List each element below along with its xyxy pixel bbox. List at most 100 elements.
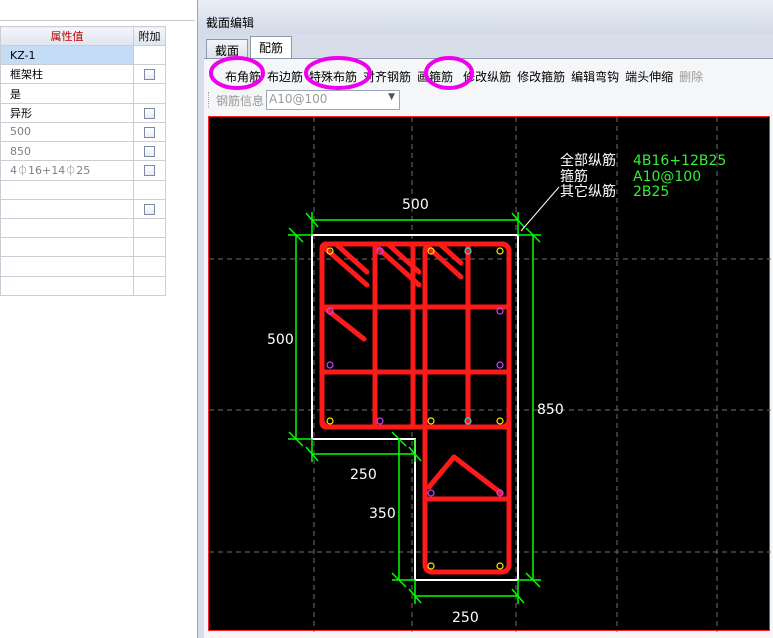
corner-rebar-button[interactable]: 布角筋 [222, 65, 264, 85]
rebar-dot [496, 562, 504, 570]
rebar-legend: 全部纵筋 4B16+12B25 箍筋 A10@100 其它纵筋 2B25 [560, 152, 726, 200]
addition-checkbox[interactable] [144, 126, 155, 138]
table-row[interactable]: 500 [0, 121, 166, 143]
property-value-cell[interactable] [0, 217, 134, 239]
property-value-cell[interactable] [0, 237, 134, 258]
section-drawing: 500 500 850 250 350 250 全部纵筋 4B16+12B25 … [209, 117, 771, 632]
addition-cell [133, 237, 166, 258]
addition-checkbox[interactable] [144, 69, 155, 81]
addition-cell [133, 64, 166, 85]
rebar-dot [427, 562, 435, 570]
addition-cell [133, 102, 166, 123]
property-value-cell[interactable]: 是 [0, 83, 134, 104]
table-row[interactable]: 4⏀16+14⏀25 [0, 160, 166, 181]
rebar-dot [496, 247, 504, 255]
stirrup-hook [426, 454, 457, 490]
stirrup-hook [451, 454, 504, 496]
table-row[interactable] [0, 237, 166, 258]
chevron-down-icon[interactable]: ▼ [388, 92, 395, 102]
addition-cell [133, 275, 166, 297]
edit-hook-button[interactable]: 编辑弯钩 [568, 65, 622, 85]
table-row[interactable] [0, 256, 166, 277]
toolbar-grip[interactable] [208, 92, 211, 108]
table-row[interactable]: KZ-1 [0, 44, 166, 66]
table-row[interactable]: 850 [0, 141, 166, 162]
legend-other-long-label: 其它纵筋 [560, 183, 616, 200]
section-editor-dialog: 截面编辑 截面 配筋 布角筋 布边筋 特殊布筋 对齐钢筋 画箍筋 修改纵筋 修改… [197, 0, 773, 638]
property-table: 属性值 附加 KZ-1 框架柱是异形 500 850 4⏀16+14⏀25 [0, 26, 166, 297]
legend-stirrup-label: 箍筋 [560, 168, 588, 185]
modify-stirrup-button[interactable]: 修改箍筋 [514, 65, 568, 85]
draw-stirrup-button[interactable]: 画箍筋 [414, 65, 456, 85]
table-row[interactable] [0, 179, 166, 200]
table-row[interactable] [0, 217, 166, 239]
rebar-info-select[interactable]: A10@100 ▼ [266, 90, 401, 110]
property-value-cell[interactable]: 850 [0, 141, 134, 162]
addition-cell [133, 217, 166, 239]
edge-rebar-button[interactable]: 布边筋 [264, 65, 306, 85]
rebar-dot [496, 417, 504, 425]
property-value-cell[interactable]: 异形 [0, 102, 134, 123]
addition-cell [133, 160, 166, 181]
addition-checkbox[interactable] [144, 203, 155, 215]
property-value-cell[interactable]: 框架柱 [0, 64, 134, 85]
property-value-cell[interactable]: 500 [0, 121, 134, 143]
property-value-cell[interactable] [0, 275, 134, 297]
rebar-dot [427, 417, 435, 425]
table-row[interactable]: 框架柱 [0, 64, 166, 85]
top-separator [0, 20, 195, 21]
special-rebar-button[interactable]: 特殊布筋 [306, 65, 360, 85]
addition-cell [133, 83, 166, 104]
addition-checkbox[interactable] [144, 107, 155, 119]
stirrup-hook [427, 246, 464, 280]
dim-right-height: 850 [537, 402, 564, 418]
dim-leg-height: 350 [369, 506, 396, 522]
legend-all-long-value: 4B16+12B25 [633, 153, 726, 169]
dialog-title: 截面编辑 [198, 0, 773, 34]
addition-cell [133, 121, 166, 143]
rebar-dot [496, 361, 504, 369]
dim-left-height: 500 [267, 332, 294, 348]
property-value-cell[interactable] [0, 179, 134, 200]
legend-other-long-value: 2B25 [633, 184, 669, 200]
rebar-info-label: 钢筋信息 [216, 93, 265, 108]
leader-line [520, 186, 560, 232]
legend-stirrup-value: A10@100 [633, 169, 701, 185]
rebar-dot [376, 417, 384, 425]
table-row[interactable] [0, 275, 166, 297]
delete-button[interactable]: 删除 [676, 65, 706, 85]
modify-long-rebar-button[interactable]: 修改纵筋 [460, 65, 514, 85]
addition-cell [133, 179, 166, 200]
property-table-header: 属性值 附加 [0, 26, 166, 46]
header-property-value[interactable]: 属性值 [0, 26, 134, 46]
dim-mid-width: 250 [350, 467, 377, 483]
addition-cell [133, 141, 166, 162]
addition-checkbox[interactable] [144, 165, 155, 177]
rebar-info-bar: 钢筋信息 A10@100 ▼ [208, 89, 401, 111]
legend-all-long-label: 全部纵筋 [560, 152, 616, 169]
addition-cell [133, 256, 166, 277]
rebar-dot [326, 417, 334, 425]
property-value-cell[interactable] [0, 256, 134, 277]
header-addition[interactable]: 附加 [133, 26, 166, 46]
rebar-info-value: A10@100 [269, 92, 328, 106]
table-row[interactable] [0, 198, 166, 219]
end-extend-button[interactable]: 端头伸缩 [622, 65, 676, 85]
addition-cell [133, 44, 166, 66]
rebar-dot [427, 489, 435, 497]
property-value-cell[interactable] [0, 198, 134, 219]
rebar-toolbar: 布角筋 布边筋 特殊布筋 对齐钢筋 画箍筋 修改纵筋 修改箍筋 编辑弯钩 端头伸… [208, 65, 706, 85]
rebar-tab-content: 布角筋 布边筋 特殊布筋 对齐钢筋 画箍筋 修改纵筋 修改箍筋 编辑弯钩 端头伸… [204, 58, 773, 638]
property-value-cell[interactable]: 4⏀16+14⏀25 [0, 160, 134, 181]
rebar-dot [326, 361, 334, 369]
table-row[interactable]: 异形 [0, 102, 166, 123]
align-rebar-button[interactable]: 对齐钢筋 [360, 65, 414, 85]
drawing-canvas[interactable]: 500 500 850 250 350 250 全部纵筋 4B16+12B25 … [208, 116, 771, 632]
dim-bottom-width: 250 [452, 610, 479, 626]
dim-top-width: 500 [402, 197, 429, 213]
addition-checkbox[interactable] [144, 146, 155, 158]
tab-section[interactable]: 截面 [206, 39, 249, 59]
property-value-cell[interactable]: KZ-1 [0, 44, 134, 66]
tab-rebar[interactable]: 配筋 [250, 36, 293, 59]
table-row[interactable]: 是 [0, 83, 166, 104]
